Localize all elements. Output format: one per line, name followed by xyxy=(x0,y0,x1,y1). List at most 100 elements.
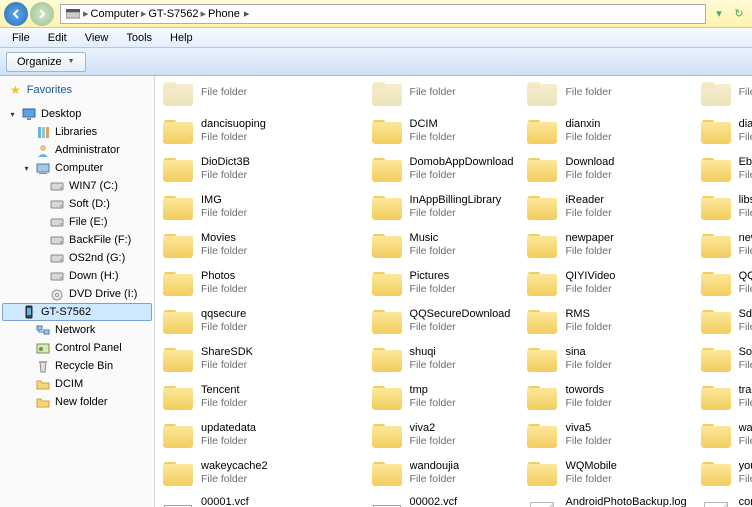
file-item[interactable]: AndroidPhotoBackup.logText Document420 b… xyxy=(519,494,692,507)
folder-item[interactable]: SoundsFile folder xyxy=(693,342,752,380)
tree-item[interactable]: DCIM xyxy=(2,375,152,393)
folder-item[interactable]: DCIMFile folder xyxy=(364,114,520,152)
tree-item[interactable]: WIN7 (C:) xyxy=(2,177,152,195)
tree-item[interactable]: BackFile (F:) xyxy=(2,231,152,249)
folder-item[interactable]: dianxinosFile folder xyxy=(693,114,752,152)
folder-item[interactable]: MoviesFile folder xyxy=(155,228,364,266)
folder-item[interactable]: youkuFile folder xyxy=(693,456,752,494)
folder-item[interactable]: dancisuopingFile folder xyxy=(155,114,364,152)
folder-item[interactable]: TencentFile folder xyxy=(155,380,364,418)
folder-item[interactable]: viva5File folder xyxy=(519,418,692,456)
tree-item[interactable]: Network xyxy=(2,321,152,339)
tree-item[interactable]: Down (H:) xyxy=(2,267,152,285)
folder-item[interactable]: tmpFile folder xyxy=(364,380,520,418)
tree-item[interactable]: Administrator xyxy=(2,141,152,159)
file-item[interactable]: com.autonavi.minimap_0.logText Document0… xyxy=(693,494,752,507)
folder-item[interactable]: RMSFile folder xyxy=(519,304,692,342)
back-button[interactable] xyxy=(4,2,28,26)
folder-item[interactable]: File folder xyxy=(519,76,692,114)
folder-item[interactable]: InAppBillingLibraryFile folder xyxy=(364,190,520,228)
breadcrumb[interactable]: ▸ Computer ▸ GT-S7562 ▸ Phone ▸ xyxy=(60,4,706,24)
folder-item[interactable]: File folder xyxy=(155,76,364,114)
item-name: newpaper xyxy=(565,232,613,246)
folder-icon xyxy=(699,230,733,260)
folder-item[interactable]: File folder xyxy=(364,76,520,114)
favorites-header[interactable]: ★ Favorites xyxy=(2,80,152,103)
item-name: qqsecure xyxy=(201,308,247,322)
folder-item[interactable]: PicturesFile folder xyxy=(364,266,520,304)
folder-item[interactable]: qqsecureFile folder xyxy=(155,304,364,342)
folder-item[interactable]: newpaperFile folder xyxy=(519,228,692,266)
folder-item[interactable]: newpapertempFile folder xyxy=(693,228,752,266)
folder-item[interactable]: DomobAppDownloadFile folder xyxy=(364,152,520,190)
folder-item[interactable]: PhotosFile folder xyxy=(155,266,364,304)
folder-item[interactable]: IMGFile folder xyxy=(155,190,364,228)
item-type: File folder xyxy=(201,283,247,296)
dropdown-icon[interactable]: ▾ xyxy=(710,5,728,23)
folder-item[interactable]: wakeycache2File folder xyxy=(155,456,364,494)
folder-item[interactable]: dianxinFile folder xyxy=(519,114,692,152)
item-name: WQMobile xyxy=(565,460,616,474)
folder-item[interactable]: QQSecureDownloadFile folder xyxy=(364,304,520,342)
chevron-down-icon[interactable]: ▸ xyxy=(244,7,250,20)
tree-item[interactable]: ▾Desktop xyxy=(2,105,152,123)
tree-item[interactable]: Control Panel xyxy=(2,339,152,357)
tree-item-label: Administrator xyxy=(55,144,120,156)
menu-view[interactable]: View xyxy=(77,30,117,46)
folder-item[interactable]: QIYIVideoFile folder xyxy=(519,266,692,304)
tree-item[interactable]: Recycle Bin xyxy=(2,357,152,375)
breadcrumb-part[interactable]: Computer xyxy=(91,8,139,20)
folder-item[interactable]: tracesFile folder xyxy=(693,380,752,418)
folder-icon xyxy=(525,306,559,336)
folder-item[interactable]: WQMobileFile folder xyxy=(519,456,692,494)
folder-item[interactable]: towordsFile folder xyxy=(519,380,692,418)
folder-item[interactable]: ShareSDKFile folder xyxy=(155,342,364,380)
menu-file[interactable]: File xyxy=(4,30,38,46)
folder-icon xyxy=(699,306,733,336)
folder-icon xyxy=(161,78,195,108)
expand-icon xyxy=(36,254,45,263)
item-name: IMG xyxy=(201,194,247,208)
folder-item[interactable]: iReaderFile folder xyxy=(519,190,692,228)
tree-item[interactable]: New folder xyxy=(2,393,152,411)
folder-item[interactable]: QQBrowserFile folder xyxy=(693,266,752,304)
collapse-icon[interactable]: ▾ xyxy=(8,110,17,119)
folder-icon xyxy=(161,154,195,184)
folder-item[interactable]: File folder xyxy=(693,76,752,114)
tree-item[interactable]: Libraries xyxy=(2,123,152,141)
tree-item-label: OS2nd (G:) xyxy=(69,252,125,264)
folder-item[interactable]: DownloadFile folder xyxy=(519,152,692,190)
folder-item[interactable]: wandoujiaFile folder xyxy=(364,456,520,494)
tree-item[interactable]: GT-S7562 xyxy=(2,303,152,321)
forward-button[interactable] xyxy=(30,2,54,26)
menu-tools[interactable]: Tools xyxy=(118,30,160,46)
tree-item[interactable]: DVD Drive (I:) xyxy=(2,285,152,303)
folder-item[interactable]: shuqiFile folder xyxy=(364,342,520,380)
collapse-icon[interactable]: ▾ xyxy=(22,164,31,173)
menu-edit[interactable]: Edit xyxy=(40,30,75,46)
folder-item[interactable]: viva2File folder xyxy=(364,418,520,456)
tree-item[interactable]: ▾Computer xyxy=(2,159,152,177)
refresh-icon[interactable]: ↻ xyxy=(730,5,748,23)
expand-icon xyxy=(22,344,31,353)
folder-item[interactable]: libsFile folder xyxy=(693,190,752,228)
tree-item[interactable]: File (E:) xyxy=(2,213,152,231)
folder-item[interactable]: wakeycacheFile folder xyxy=(693,418,752,456)
tree-item[interactable]: OS2nd (G:) xyxy=(2,249,152,267)
file-item[interactable]: 00001.vcfVCard file82.0 KB xyxy=(155,494,364,507)
folder-item[interactable]: EbookFile folder xyxy=(693,152,752,190)
content-pane[interactable]: File folderFile folderFile folderFile fo… xyxy=(155,76,752,507)
tree-item-label: Recycle Bin xyxy=(55,360,113,372)
tree-item[interactable]: Soft (D:) xyxy=(2,195,152,213)
item-name: Sdk xyxy=(739,308,752,322)
folder-item[interactable]: MusicFile folder xyxy=(364,228,520,266)
file-item[interactable]: 00002.vcfVCard file8.42 KB xyxy=(364,494,520,507)
folder-item[interactable]: updatedataFile folder xyxy=(155,418,364,456)
folder-item[interactable]: DioDict3BFile folder xyxy=(155,152,364,190)
menu-help[interactable]: Help xyxy=(162,30,201,46)
breadcrumb-part[interactable]: Phone xyxy=(208,8,240,20)
organize-button[interactable]: Organize ▼ xyxy=(6,52,86,72)
folder-item[interactable]: SdkFile folder xyxy=(693,304,752,342)
breadcrumb-part[interactable]: GT-S7562 xyxy=(148,8,198,20)
folder-item[interactable]: sinaFile folder xyxy=(519,342,692,380)
